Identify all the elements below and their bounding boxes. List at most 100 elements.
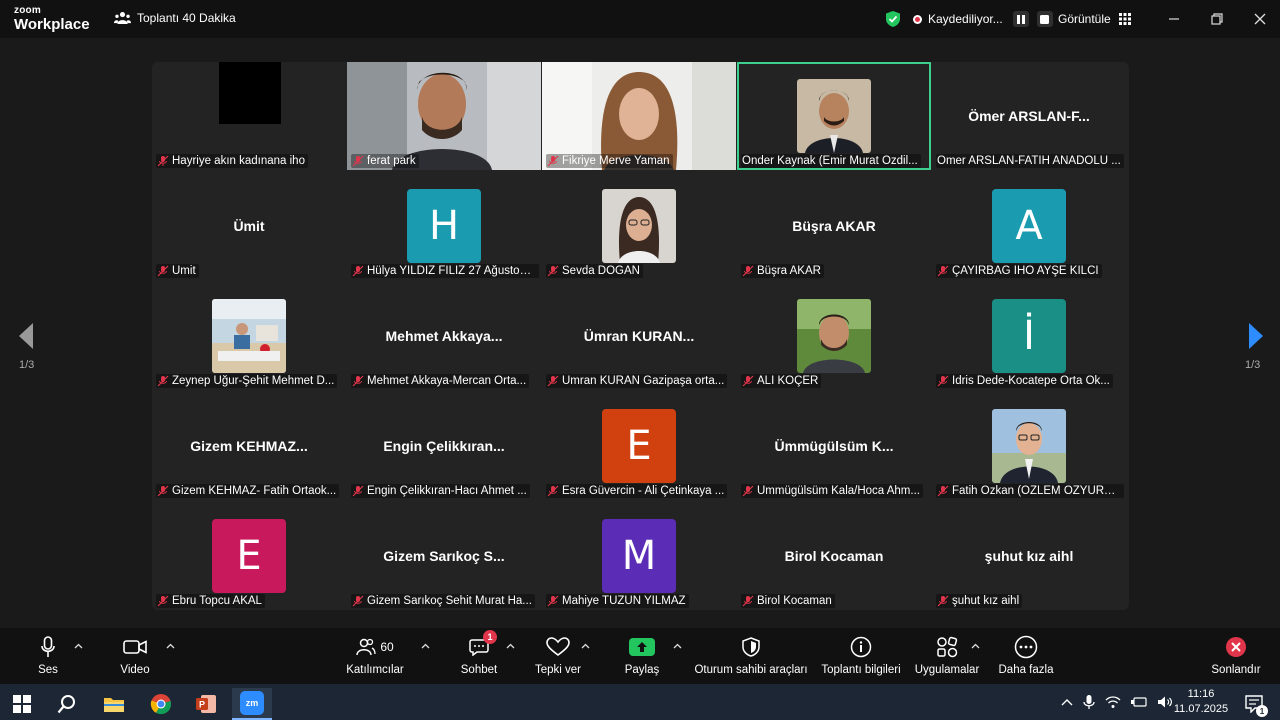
participant-tile[interactable]: İ İdris Dede-Kocatepe Orta Ok...: [932, 282, 1126, 390]
start-button[interactable]: [2, 688, 42, 720]
share-options-caret[interactable]: [673, 641, 682, 651]
next-page-button[interactable]: [1246, 320, 1266, 352]
participant-tile[interactable]: ferat park: [347, 62, 541, 170]
participant-name-label: Ümit: [156, 264, 199, 278]
chevron-up-icon: [166, 643, 175, 649]
close-window-button[interactable]: [1249, 8, 1271, 30]
participant-display-name: Birol Kocaman: [784, 548, 884, 564]
audio-options-caret[interactable]: [74, 641, 83, 651]
participant-photo: [212, 299, 286, 373]
wifi-icon[interactable]: [1105, 695, 1121, 709]
chat-unread-badge: 1: [483, 630, 497, 644]
participant-name-label: ÇAYIRBAĞ İHO AYŞE KILCI: [936, 264, 1102, 278]
participant-tile[interactable]: Birol Kocaman Birol Kocaman: [737, 502, 931, 610]
participant-name-label: Esra Güvercin - Ali Çetinkaya ...: [546, 484, 728, 498]
participant-avatar: H: [407, 189, 481, 263]
participant-tile[interactable]: şuhut kız aihl şuhut kız aihl: [932, 502, 1126, 610]
chat-button[interactable]: 1 Sohbet: [460, 630, 498, 680]
reactions-button[interactable]: Tepki ver: [533, 634, 583, 680]
participant-name: İdris Dede-Kocatepe Orta Ok...: [952, 375, 1110, 387]
search-button[interactable]: [47, 688, 87, 720]
participant-tile[interactable]: Engin Çelikkıran... Engin Çelikkıran-Hac…: [347, 392, 541, 500]
chat-options-caret[interactable]: [506, 641, 515, 651]
participant-tile[interactable]: Ümit Ümit: [152, 172, 346, 280]
video-button[interactable]: Video: [118, 634, 152, 680]
minimize-icon: [1169, 18, 1179, 20]
participant-tile[interactable]: Gizem KEHMAZ... Gizem KEHMAZ- Fatih Orta…: [152, 392, 346, 500]
chevron-up-icon: [506, 643, 515, 649]
participants-button[interactable]: 60 Katılımcılar: [346, 634, 404, 680]
encryption-shield-icon[interactable]: [885, 9, 901, 29]
notifications-button[interactable]: 1: [1234, 688, 1274, 720]
participant-name-label: Mahiye TÜZÜN YILMAZ: [546, 594, 689, 608]
participants-options-caret[interactable]: [421, 641, 430, 651]
participant-tile[interactable]: Zeynep Uğur-Şehit Mehmet D...: [152, 282, 346, 390]
pause-recording-button[interactable]: [1012, 11, 1029, 27]
participant-name: Ümran KURAN Gazipaşa orta...: [562, 375, 725, 387]
participant-tile[interactable]: E Esra Güvercin - Ali Çetinkaya ...: [542, 392, 736, 500]
muted-mic-icon: [547, 485, 559, 497]
powerpoint-button[interactable]: P: [186, 688, 226, 720]
video-options-caret[interactable]: [166, 641, 175, 651]
participant-tile[interactable]: Fikriye Merve Yaman: [542, 62, 736, 170]
participant-tile[interactable]: Sevda DOĞAN: [542, 172, 736, 280]
previous-page-button[interactable]: [16, 320, 36, 352]
participant-tile[interactable]: Ümran KURAN... Ümran KURAN Gazipaşa orta…: [542, 282, 736, 390]
participant-tile[interactable]: Ümmügülsüm K... Ümmügülsüm Kala/Hoca Ahm…: [737, 392, 931, 500]
participant-tile[interactable]: Hayriye akın kadınana iho: [152, 62, 346, 170]
view-button[interactable]: Görüntüle: [1058, 9, 1131, 29]
battery-plug-icon[interactable]: [1131, 696, 1147, 708]
participant-name-label: Engin Çelikkıran-Hacı Ahmet ...: [351, 484, 530, 498]
end-meeting-button[interactable]: Sonlandır: [1206, 634, 1266, 680]
apps-options-caret[interactable]: [971, 641, 980, 651]
logo-line1: zoom: [14, 5, 41, 16]
clock-date: 11.07.2025: [1173, 703, 1229, 715]
muted-mic-icon: [547, 595, 559, 607]
muted-mic-icon: [742, 265, 754, 277]
participants-group-icon: [114, 12, 131, 24]
stop-recording-button[interactable]: [1036, 11, 1053, 27]
zoom-taskbar-button[interactable]: zm: [232, 688, 272, 720]
muted-mic-icon: [937, 595, 949, 607]
restore-button[interactable]: [1206, 8, 1228, 30]
participant-name: Fikriye Merve Yaman: [562, 155, 670, 167]
minimize-button[interactable]: [1163, 8, 1185, 30]
share-screen-button[interactable]: Paylaş: [622, 634, 662, 680]
tray-microphone-icon[interactable]: [1083, 694, 1095, 710]
muted-mic-icon: [157, 595, 169, 607]
active-speaker-tile[interactable]: Önder Kaynak (Emir Murat Özdil...: [737, 62, 931, 170]
meeting-title[interactable]: Toplantı 40 Dakika: [114, 11, 236, 25]
participant-tile[interactable]: Büşra AKAR Büşra AKAR: [737, 172, 931, 280]
muted-mic-icon: [157, 155, 169, 167]
participant-name: Ümit: [172, 265, 196, 277]
meeting-info-button[interactable]: Toplantı bilgileri: [820, 634, 902, 680]
host-tools-label: Oturum sahibi araçları: [694, 664, 808, 676]
participant-avatar: A: [992, 189, 1066, 263]
share-label: Paylaş: [624, 664, 660, 676]
host-tools-button[interactable]: Oturum sahibi araçları: [694, 634, 808, 680]
participant-display-name: Gizem Sarıkoç S...: [383, 548, 505, 564]
participant-name: Ebru Topcu AKAL: [172, 595, 262, 607]
participant-tile[interactable]: Ömer ARSLAN-F... Ömer ARSLAN-FATİH ANADO…: [932, 62, 1126, 170]
reactions-options-caret[interactable]: [581, 641, 590, 651]
participants-icon: [356, 638, 376, 656]
tray-overflow-chevron-icon[interactable]: [1061, 698, 1073, 706]
participant-tile[interactable]: Fatih Özkan (ÖZLEM ÖZYURT ...: [932, 392, 1126, 500]
participant-tile[interactable]: M Mahiye TÜZÜN YILMAZ: [542, 502, 736, 610]
audio-button[interactable]: Ses: [34, 634, 62, 680]
chrome-button[interactable]: [141, 688, 181, 720]
participant-tile[interactable]: A ÇAYIRBAĞ İHO AYŞE KILCI: [932, 172, 1126, 280]
participant-display-name: Engin Çelikkıran...: [383, 438, 505, 454]
participant-tile[interactable]: Mehmet Akkaya... Mehmet Akkaya-Mercan Or…: [347, 282, 541, 390]
participant-tile[interactable]: ALİ KOÇER: [737, 282, 931, 390]
file-explorer-button[interactable]: [94, 688, 134, 720]
video-label: Video: [120, 664, 150, 676]
participant-name-label: İdris Dede-Kocatepe Orta Ok...: [936, 374, 1113, 388]
participant-tile[interactable]: E Ebru Topcu AKAL: [152, 502, 346, 610]
search-icon: [57, 695, 75, 714]
taskbar-clock[interactable]: 11:16 11.07.2025: [1168, 687, 1234, 717]
chevron-up-icon: [673, 643, 682, 649]
more-button[interactable]: Daha fazla: [996, 634, 1056, 680]
participant-tile[interactable]: Gizem Sarıkoç S... Gizem Sarıkoç Sehit M…: [347, 502, 541, 610]
participant-tile[interactable]: H Hülya YILDIZ FİLİZ 27 Ağustos ...: [347, 172, 541, 280]
